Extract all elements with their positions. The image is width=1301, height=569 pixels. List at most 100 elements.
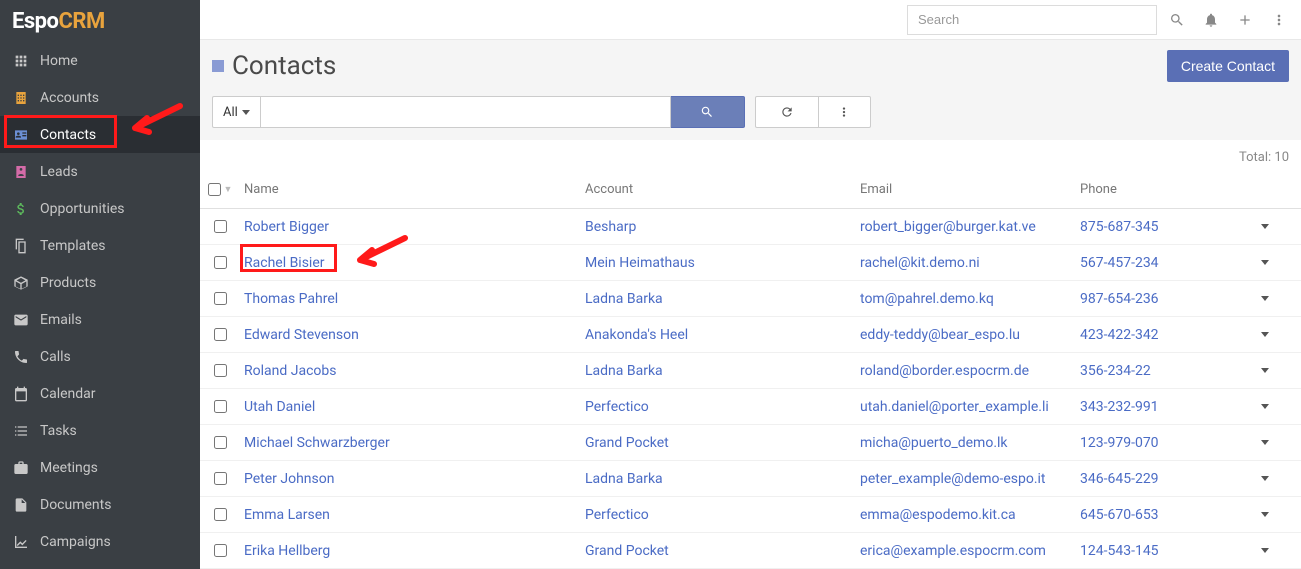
plus-icon[interactable]: [1231, 6, 1259, 34]
contacts-table: ▼ Name Account Email Phone Robert Bigger…: [200, 171, 1301, 569]
row-actions-button[interactable]: [1245, 296, 1285, 301]
sidebar-item-tasks[interactable]: Tasks: [0, 412, 200, 449]
email-link[interactable]: micha@puerto_demo.lk: [860, 435, 1008, 451]
row-checkbox[interactable]: [214, 220, 227, 233]
contact-name-link[interactable]: Thomas Pahrel: [244, 291, 338, 307]
row-actions-button[interactable]: [1245, 404, 1285, 409]
select-all-checkbox[interactable]: [208, 183, 221, 196]
contact-name-link[interactable]: Peter Johnson: [244, 471, 334, 487]
phone-link[interactable]: 124-543-145: [1080, 543, 1159, 559]
create-contact-button[interactable]: Create Contact: [1167, 50, 1289, 82]
column-header-phone[interactable]: Phone: [1080, 182, 1245, 197]
phone-link[interactable]: 875-687-345: [1080, 219, 1159, 235]
phone-link[interactable]: 987-654-236: [1080, 291, 1159, 307]
email-link[interactable]: peter_example@demo-espo.it: [860, 471, 1046, 487]
row-actions-button[interactable]: [1245, 368, 1285, 373]
search-icon[interactable]: [1163, 6, 1191, 34]
row-checkbox[interactable]: [214, 508, 227, 521]
sidebar-item-calendar[interactable]: Calendar: [0, 375, 200, 412]
contact-name-link[interactable]: Roland Jacobs: [244, 363, 336, 379]
more-vertical-icon[interactable]: [1265, 6, 1293, 34]
sidebar-item-label: Tasks: [40, 423, 77, 439]
email-link[interactable]: tom@pahrel.demo.kq: [860, 291, 994, 307]
app-logo[interactable]: EspoCRM: [0, 0, 200, 42]
row-checkbox[interactable]: [214, 400, 227, 413]
contact-name-link[interactable]: Michael Schwarzberger: [244, 435, 390, 451]
sidebar-item-label: Templates: [40, 238, 106, 254]
chevron-down-icon: [1261, 368, 1269, 373]
global-search-input[interactable]: [907, 5, 1157, 35]
phone-link[interactable]: 567-457-234: [1080, 255, 1159, 271]
account-link[interactable]: Besharp: [585, 219, 636, 235]
row-checkbox[interactable]: [214, 472, 227, 485]
phone-link[interactable]: 346-645-229: [1080, 471, 1159, 487]
email-link[interactable]: eddy-teddy@bear_espo.lu: [860, 327, 1020, 343]
filter-search-button[interactable]: [671, 96, 745, 128]
column-header-account[interactable]: Account: [585, 182, 860, 197]
sidebar-item-products[interactable]: Products: [0, 264, 200, 301]
sidebar-item-campaigns[interactable]: Campaigns: [0, 523, 200, 560]
email-link[interactable]: utah.daniel@porter_example.li: [860, 399, 1049, 415]
account-link[interactable]: Ladna Barka: [585, 363, 663, 379]
building-icon: [12, 90, 30, 106]
account-link[interactable]: Perfectico: [585, 507, 649, 523]
sidebar-item-templates[interactable]: Templates: [0, 227, 200, 264]
row-checkbox[interactable]: [214, 436, 227, 449]
row-checkbox[interactable]: [214, 328, 227, 341]
phone-link[interactable]: 123-979-070: [1080, 435, 1159, 451]
row-actions-button[interactable]: [1245, 512, 1285, 517]
account-link[interactable]: Ladna Barka: [585, 471, 663, 487]
sidebar-item-contacts[interactable]: Contacts: [0, 116, 200, 153]
column-header-name[interactable]: Name: [240, 182, 585, 197]
sidebar-item-emails[interactable]: Emails: [0, 301, 200, 338]
row-checkbox[interactable]: [214, 292, 227, 305]
bell-icon[interactable]: [1197, 6, 1225, 34]
account-link[interactable]: Mein Heimathaus: [585, 255, 695, 271]
row-actions-button[interactable]: [1245, 440, 1285, 445]
sidebar-item-accounts[interactable]: Accounts: [0, 79, 200, 116]
account-link[interactable]: Ladna Barka: [585, 291, 663, 307]
filter-scope-dropdown[interactable]: All: [212, 96, 261, 128]
contact-name-link[interactable]: Emma Larsen: [244, 507, 330, 523]
row-checkbox[interactable]: [214, 544, 227, 557]
contact-name-link[interactable]: Erika Hellberg: [244, 543, 330, 559]
phone-link[interactable]: 343-232-991: [1080, 399, 1159, 415]
filter-text-input[interactable]: [261, 96, 671, 128]
phone-link[interactable]: 423-422-342: [1080, 327, 1159, 343]
row-actions-button[interactable]: [1245, 224, 1285, 229]
column-header-email[interactable]: Email: [860, 182, 1080, 197]
row-actions-button[interactable]: [1245, 260, 1285, 265]
sidebar-item-calls[interactable]: Calls: [0, 338, 200, 375]
phone-link[interactable]: 356-234-22: [1080, 363, 1151, 379]
contact-name-link[interactable]: Edward Stevenson: [244, 327, 359, 343]
contact-name-link[interactable]: Rachel Bisier: [244, 255, 325, 271]
contact-name-link[interactable]: Utah Daniel: [244, 399, 315, 415]
email-link[interactable]: erica@example.espocrm.com: [860, 543, 1046, 559]
refresh-button[interactable]: [755, 96, 819, 128]
sidebar-item-documents[interactable]: Documents: [0, 486, 200, 523]
table-row: Peter Johnson Ladna Barka peter_example@de…: [200, 461, 1301, 497]
more-actions-button[interactable]: [819, 96, 871, 128]
sidebar-item-meetings[interactable]: Meetings: [0, 449, 200, 486]
row-actions-button[interactable]: [1245, 548, 1285, 553]
sidebar-item-leads[interactable]: Leads: [0, 153, 200, 190]
row-checkbox[interactable]: [214, 256, 227, 269]
row-actions-button[interactable]: [1245, 476, 1285, 481]
row-actions-button[interactable]: [1245, 332, 1285, 337]
sidebar-item-home[interactable]: Home: [0, 42, 200, 79]
briefcase-icon: [12, 460, 30, 476]
email-link[interactable]: robert_bigger@burger.kat.ve: [860, 219, 1036, 235]
email-link[interactable]: emma@espodemo.kit.ca: [860, 507, 1016, 523]
email-link[interactable]: roland@border.espocrm.de: [860, 363, 1029, 379]
contact-name-link[interactable]: Robert Bigger: [244, 219, 329, 235]
account-link[interactable]: Grand Pocket: [585, 543, 669, 559]
phone-link[interactable]: 645-670-653: [1080, 507, 1159, 523]
account-link[interactable]: Grand Pocket: [585, 435, 669, 451]
email-link[interactable]: rachel@kit.demo.ni: [860, 255, 980, 271]
account-link[interactable]: Anakonda's Heel: [585, 327, 688, 343]
id-card-icon: [12, 127, 30, 143]
sidebar-item-label: Opportunities: [40, 201, 125, 217]
account-link[interactable]: Perfectico: [585, 399, 649, 415]
sidebar-item-opportunities[interactable]: Opportunities: [0, 190, 200, 227]
row-checkbox[interactable]: [214, 364, 227, 377]
